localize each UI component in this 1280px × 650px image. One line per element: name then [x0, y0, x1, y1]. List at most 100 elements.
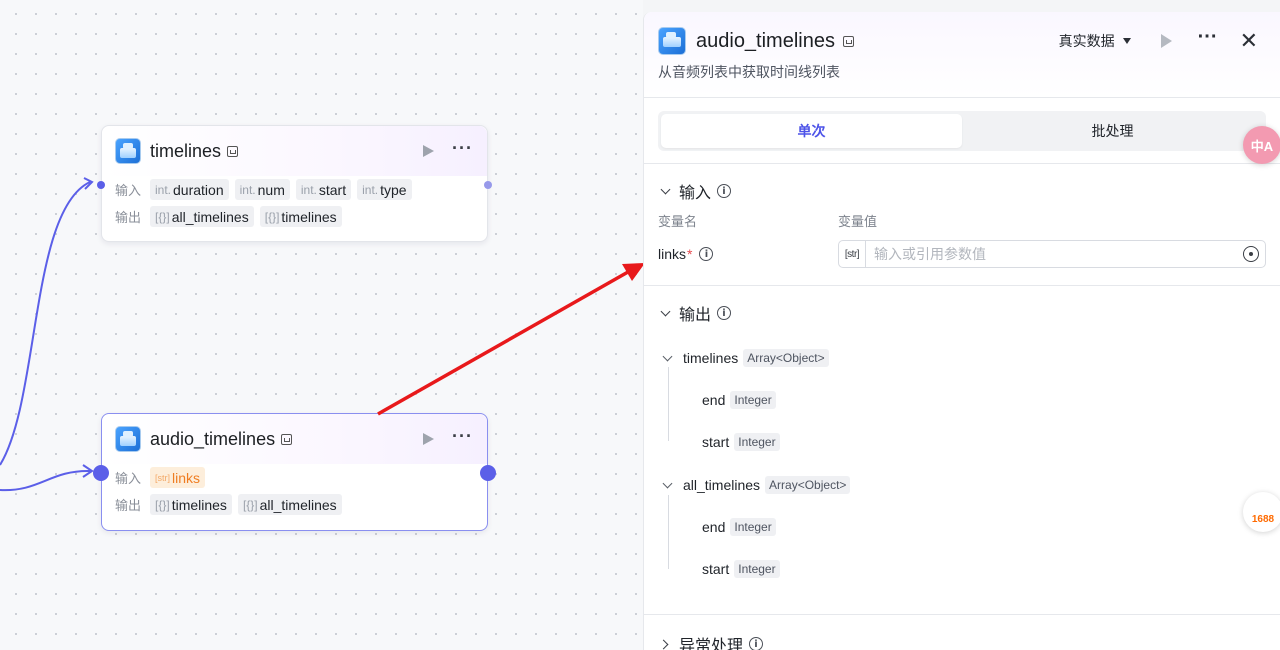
input-tag: int. duration — [150, 179, 229, 200]
output-label: 输出 — [115, 210, 142, 225]
output-section: 输出 i timelines Array<Object> end Integer… — [644, 286, 1280, 614]
param-value-input[interactable]: [str] 输入或引用参数值 — [838, 240, 1266, 268]
info-icon[interactable]: i — [699, 247, 714, 261]
chevron-down-icon[interactable] — [662, 478, 673, 488]
data-mode-label: 真实数据 — [1058, 33, 1115, 49]
field-name: start — [702, 434, 730, 450]
param-name-text: links — [658, 246, 687, 262]
input-tag-warning: [str] links — [150, 467, 206, 488]
info-icon[interactable]: i — [717, 306, 732, 320]
translate-extension-button[interactable]: 中A — [1243, 126, 1280, 164]
edge-to-timelines[interactable] — [0, 181, 91, 466]
tree-item: end Integer — [662, 506, 1266, 548]
col-name-label: 变量名 — [658, 214, 698, 229]
edge-layer — [0, 177, 94, 492]
node-header: audio_timelines ··· — [102, 414, 487, 464]
field-name: timelines — [683, 350, 739, 366]
output-port[interactable] — [480, 465, 496, 481]
input-port[interactable] — [93, 465, 109, 481]
required-mark: * — [687, 246, 693, 262]
panel-header: audio_timelines 真实数据 ··· ✕ 从音频列表中获取时间线列表 — [644, 12, 1280, 98]
type-tag: Integer — [734, 560, 780, 578]
chevron-right-icon — [658, 639, 669, 649]
store-icon — [842, 35, 854, 47]
chevron-down-icon — [1122, 38, 1131, 44]
output-tag: [{}] timelines — [150, 494, 232, 515]
field-name: all_timelines — [683, 477, 761, 493]
plugin-icon — [115, 138, 141, 164]
type-tag: Integer — [734, 433, 780, 451]
tree-item[interactable]: timelines Array<Object> — [662, 337, 1266, 379]
info-icon[interactable]: i — [717, 184, 732, 198]
chevron-down-icon — [660, 184, 671, 194]
run-node-button[interactable] — [423, 433, 435, 445]
extension-1688-button[interactable]: 1688 — [1243, 492, 1280, 532]
output-tree: timelines Array<Object> end Integer star… — [662, 337, 1266, 590]
store-icon — [227, 145, 239, 157]
type-badge: [str] — [839, 241, 866, 267]
input-section: 输入 i 变量名 变量值 links * i [str] 输入或引用参数值 — [644, 164, 1280, 285]
mode-tabs-container: 单次 批处理 — [644, 98, 1280, 164]
input-tag: int. num — [234, 179, 290, 200]
chevron-down-icon[interactable] — [662, 351, 673, 361]
panel-title: audio_timelines — [696, 29, 835, 52]
mode-tabs: 单次 批处理 — [658, 111, 1266, 151]
chevron-down-icon — [660, 306, 671, 316]
section-title: 输入 — [679, 185, 712, 202]
output-port[interactable] — [484, 181, 492, 189]
type-tag: Array<Object> — [765, 476, 851, 494]
field-name: start — [702, 561, 730, 577]
input-tag: int. type — [357, 179, 412, 200]
edge-to-audio-timelines[interactable] — [0, 469, 91, 492]
node-config-panel: audio_timelines 真实数据 ··· ✕ 从音频列表中获取时间线列表… — [643, 12, 1280, 650]
type-tag: Array<Object> — [743, 349, 829, 367]
node-audio-timelines[interactable]: audio_timelines ··· 输入 [str] links 输出 [{}… — [93, 413, 496, 531]
workflow-canvas[interactable]: timelines ··· 输入 int. duration int. num in… — [0, 0, 643, 650]
output-tag: [{}] all_timelines — [150, 206, 254, 227]
param-column-header: 变量名 变量值 — [658, 211, 1266, 231]
ext-1688-icon: 1688 — [1251, 513, 1275, 525]
col-value-label: 变量值 — [838, 214, 878, 229]
output-label: 输出 — [115, 498, 142, 513]
more-options-icon[interactable]: ··· — [452, 427, 473, 445]
param-name: links * i — [658, 246, 838, 262]
node-header: timelines ··· — [102, 126, 487, 176]
close-icon[interactable]: ✕ — [1240, 30, 1258, 52]
type-tag: Integer — [730, 391, 776, 409]
store-icon — [281, 433, 293, 445]
input-tag: int. start — [295, 179, 352, 200]
translate-icon: 中A — [1250, 138, 1274, 154]
run-node-button[interactable] — [423, 145, 435, 157]
node-inputs-row: 输入 int. duration int. num int. start int. ty… — [102, 176, 487, 203]
tab-batch[interactable]: 批处理 — [962, 114, 1263, 148]
tree-item: end Integer — [662, 379, 1266, 421]
test-run-button[interactable] — [1160, 34, 1172, 48]
input-port[interactable] — [97, 181, 105, 189]
exception-section: 异常处理 i — [644, 615, 1280, 650]
output-tag: [{}] timelines — [259, 206, 342, 227]
more-options-icon[interactable]: ··· — [1198, 27, 1218, 47]
output-section-header[interactable]: 输出 i — [658, 300, 1266, 326]
exception-section-header[interactable]: 异常处理 i — [658, 631, 1266, 650]
tree-item[interactable]: all_timelines Array<Object> — [662, 464, 1266, 506]
tab-single[interactable]: 单次 — [661, 114, 962, 148]
plugin-icon — [658, 27, 686, 55]
input-placeholder: 输入或引用参数值 — [874, 246, 986, 262]
input-section-header[interactable]: 输入 i — [658, 178, 1266, 204]
node-title: audio_timelines — [150, 428, 276, 449]
input-label: 输入 — [115, 471, 142, 486]
more-options-icon[interactable]: ··· — [452, 139, 473, 157]
input-label: 输入 — [115, 183, 142, 198]
node-inputs-row: 输入 [str] links — [102, 464, 487, 491]
section-title: 输出 — [679, 307, 712, 324]
node-title: timelines — [150, 140, 222, 161]
info-icon[interactable]: i — [749, 637, 764, 650]
data-mode-dropdown[interactable]: 真实数据 — [1059, 31, 1131, 51]
type-tag: Integer — [730, 518, 776, 536]
field-name: end — [702, 392, 726, 408]
node-outputs-row: 输出 [{}] all_timelines [{}] timelines — [102, 203, 487, 230]
plugin-icon — [115, 426, 141, 452]
param-row-links: links * i [str] 输入或引用参数值 — [658, 240, 1266, 268]
reference-variable-icon[interactable] — [1243, 246, 1259, 262]
node-timelines[interactable]: timelines ··· 输入 int. duration int. num in… — [97, 125, 492, 242]
